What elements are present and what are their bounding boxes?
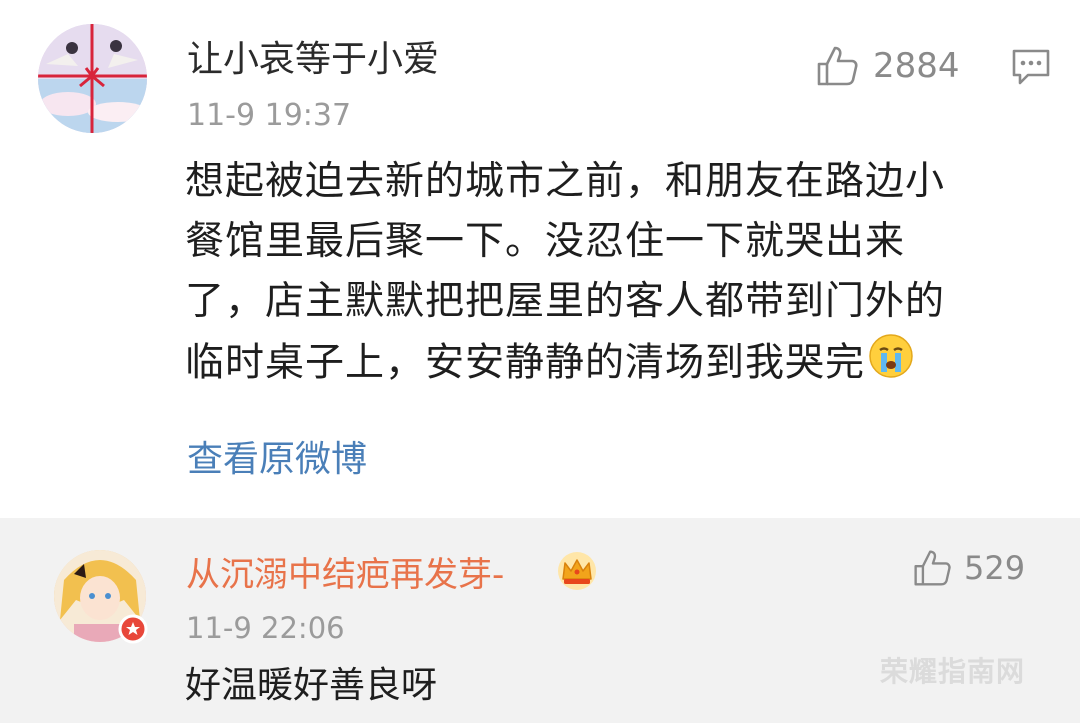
view-original-weibo-link[interactable]: 查看原微博 xyxy=(187,438,367,482)
main-comment-body: 想起被迫去新的城市之前，和朋友在路边小 餐馆里最后聚一下。没忍住一下就哭出来 了… xyxy=(185,152,1045,398)
reply-comment-username[interactable]: 从沉溺中结疤再发芽- xyxy=(186,553,504,597)
comment-body-line: 想起被迫去新的城市之前，和朋友在路边小 xyxy=(185,159,946,204)
comment-bubble-icon xyxy=(1012,49,1050,85)
verified-badge-icon xyxy=(118,614,148,648)
reply-comment-timestamp: 11-9 22:06 xyxy=(186,611,345,645)
crown-icon xyxy=(556,551,598,595)
main-comment-card: 让小哀等于小爱 11-9 19:37 2884 想起被迫去新的城市之前，和朋友在… xyxy=(0,0,1080,518)
comment-body-line: 餐馆里最后聚一下。没忍住一下就哭出来 xyxy=(185,219,906,264)
crying-face-icon xyxy=(867,332,915,398)
main-comment-like-button[interactable]: 2884 xyxy=(815,44,960,88)
thumbs-up-icon xyxy=(914,550,951,586)
reply-comment-like-button[interactable]: 529 xyxy=(912,548,1025,588)
reply-comment-text: 好温暖好善良呀 xyxy=(185,665,438,706)
main-comment-reply-button[interactable] xyxy=(1010,47,1052,91)
main-comment-like-count: 2884 xyxy=(873,46,960,86)
comment-body-line-text: 临时桌子上，安安静静的清场到我哭完 xyxy=(185,340,866,386)
main-comment-avatar[interactable] xyxy=(38,24,147,133)
main-comment-username[interactable]: 让小哀等于小爱 xyxy=(187,38,439,82)
reply-comment-like-count: 529 xyxy=(964,549,1026,587)
main-comment-timestamp: 11-9 19:37 xyxy=(187,98,352,133)
thumbs-up-icon xyxy=(817,46,858,86)
watermark-text: 荣耀指南网 xyxy=(880,655,1026,688)
comment-body-line: 了，店主默默把把屋里的客人都带到门外的 xyxy=(185,279,946,324)
avatar-image xyxy=(38,24,147,133)
comment-body-line-last: 临时桌子上，安安静静的清场到我哭完 xyxy=(185,332,1045,398)
